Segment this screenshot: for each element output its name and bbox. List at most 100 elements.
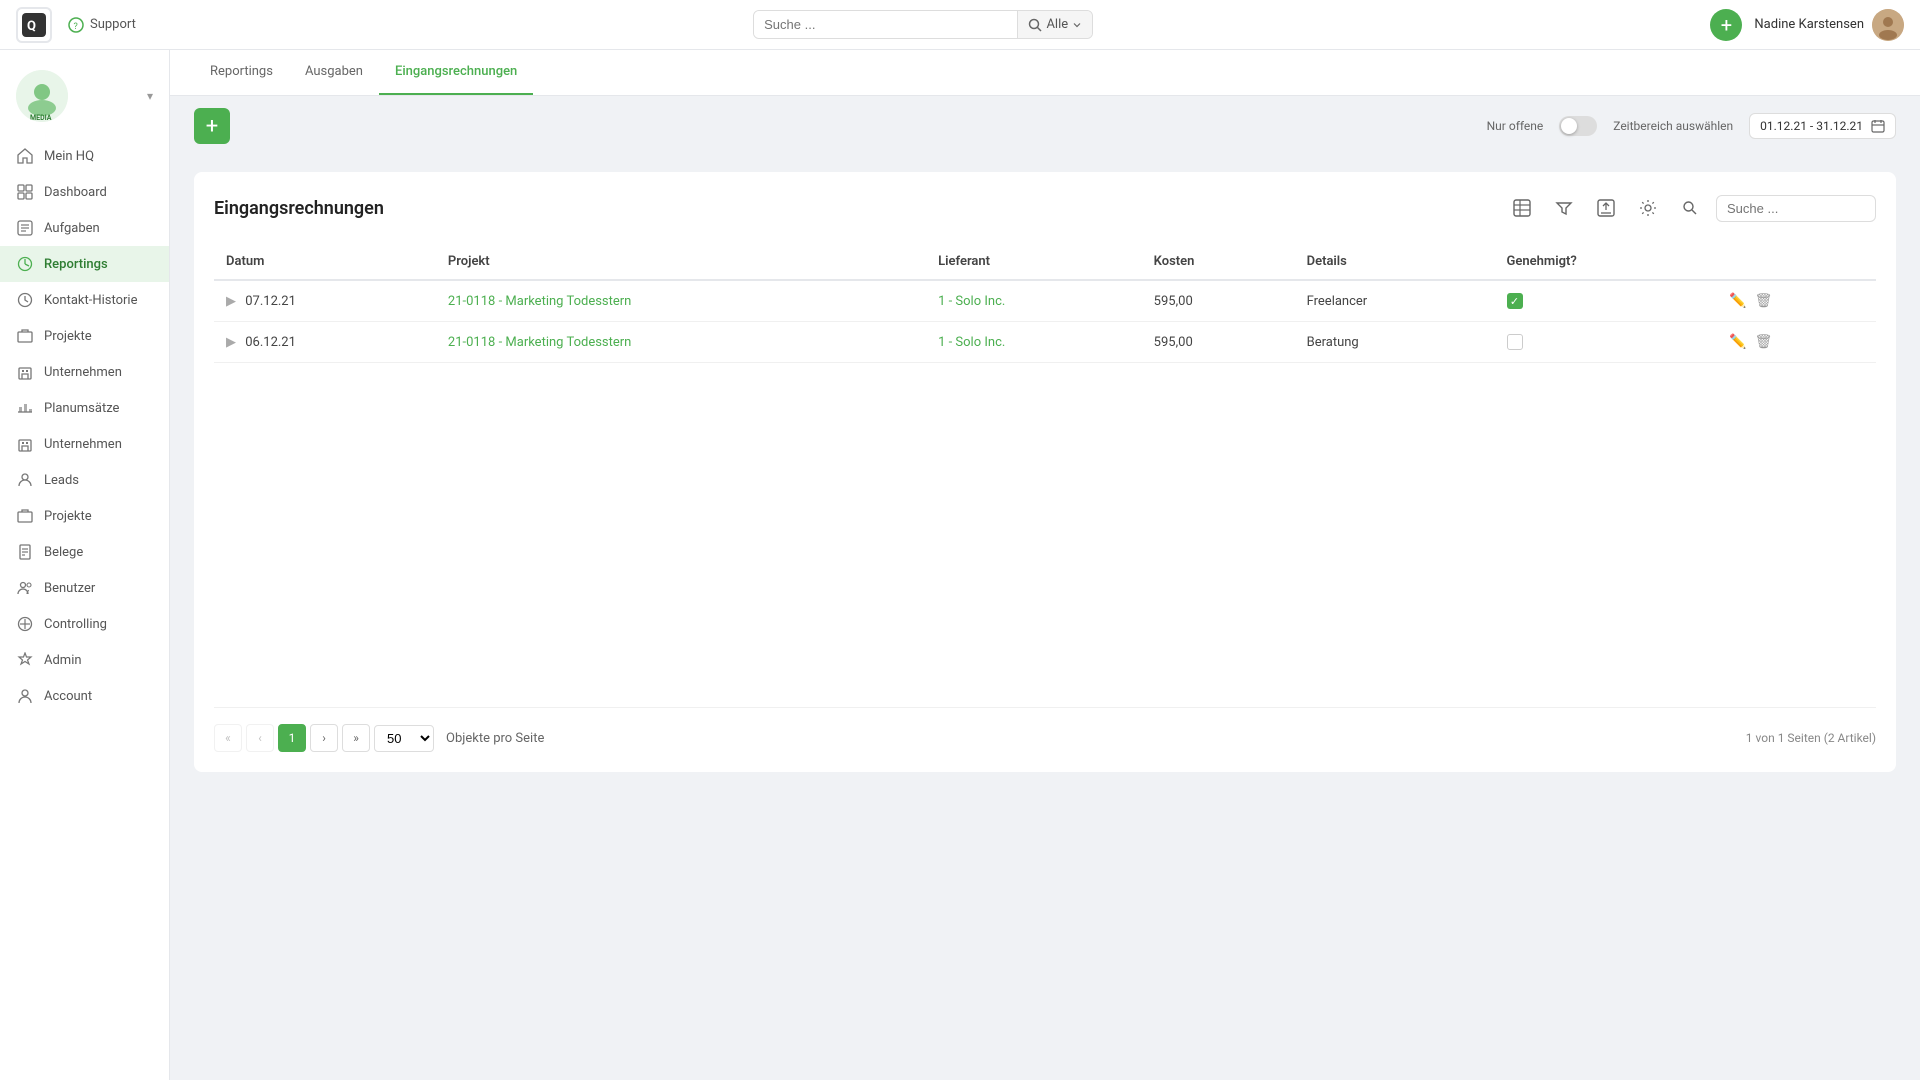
topbar-search-input[interactable]: [754, 11, 1017, 38]
sidebar-item-controlling[interactable]: Controlling: [0, 606, 169, 642]
sidebar-item-mein-hq[interactable]: Mein HQ: [0, 138, 169, 174]
edit-icon[interactable]: ✏️: [1729, 293, 1746, 309]
cell-actions: ✏️ 🗑: [1717, 280, 1876, 322]
sidebar-item-belege[interactable]: Belege: [0, 534, 169, 570]
card-header: Eingangsrechnungen: [214, 192, 1876, 224]
row-expand-btn[interactable]: ▶: [226, 335, 236, 350]
card-actions: [1506, 192, 1876, 224]
sidebar-item-leads[interactable]: Leads: [0, 462, 169, 498]
sidebar-logo-section: MEDIA GMBH ▾: [0, 62, 169, 138]
topbar-add-button[interactable]: +: [1710, 9, 1742, 41]
page-prev-button[interactable]: ‹: [246, 724, 274, 752]
history-icon: [16, 291, 34, 309]
row-expand-btn[interactable]: ▶: [226, 294, 236, 309]
sidebar-item-kontakt-historie[interactable]: Kontakt-Historie: [0, 282, 169, 318]
content-area: Eingangsrechnungen: [170, 156, 1920, 1080]
project-link[interactable]: 21-0118 - Marketing Todesstern: [448, 335, 631, 350]
eingangsrechnungen-card: Eingangsrechnungen: [194, 172, 1896, 772]
sidebar-item-benutzer[interactable]: Benutzer: [0, 570, 169, 606]
sidebar-collapse-arrow[interactable]: ▾: [147, 89, 153, 103]
per-page-label: Objekte pro Seite: [446, 731, 544, 746]
sidebar-item-planums-tze[interactable]: Planumsätze: [0, 390, 169, 426]
plan-icon: [16, 399, 34, 417]
col-kosten: Kosten: [1142, 244, 1295, 280]
settings-button[interactable]: [1632, 192, 1664, 224]
col-details: Details: [1295, 244, 1495, 280]
topbar-user[interactable]: Nadine Karstensen: [1754, 9, 1904, 41]
users-icon: [16, 579, 34, 597]
sidebar-item-unternehmen-2[interactable]: Unternehmen: [0, 426, 169, 462]
approved-checkbox-checked[interactable]: ✓: [1507, 293, 1523, 309]
controlling-icon: [16, 615, 34, 633]
delete-icon[interactable]: 🗑: [1755, 293, 1773, 309]
toolbar-left: +: [194, 108, 230, 144]
account-icon: [16, 687, 34, 705]
card-search-input[interactable]: [1716, 195, 1876, 222]
main: Reportings Ausgaben Eingangsrechnungen +…: [170, 50, 1920, 1080]
date-range-button[interactable]: 01.12.21 - 31.12.21: [1749, 113, 1896, 139]
sidebar-item-dashboard[interactable]: Dashboard: [0, 174, 169, 210]
tab-reportings[interactable]: Reportings: [194, 50, 289, 95]
export-button[interactable]: [1590, 192, 1622, 224]
eingangsrechnungen-table: Datum Projekt Lieferant Kosten Details G…: [214, 244, 1876, 363]
sidebar-item-reportings[interactable]: Reportings: [0, 246, 169, 282]
cell-actions: ✏️ 🗑: [1717, 322, 1876, 363]
edit-icon[interactable]: ✏️: [1729, 334, 1746, 350]
sidebar-item-unternehmen-1[interactable]: Unternehmen: [0, 354, 169, 390]
cell-lieferant: 1 - Solo Inc.: [926, 280, 1142, 322]
page-next-button[interactable]: ›: [310, 724, 338, 752]
page-1-button[interactable]: 1: [278, 724, 306, 752]
nur-offene-toggle[interactable]: [1559, 116, 1597, 136]
delete-icon[interactable]: 🗑: [1755, 334, 1773, 350]
pagination-summary: 1 von 1 Seiten (2 Artikel): [1746, 731, 1876, 745]
row-action-icons: ✏️ 🗑: [1729, 293, 1864, 309]
topbar-search-inner: Alle: [753, 10, 1093, 39]
sidebar-item-projekte-1[interactable]: Projekte: [0, 318, 169, 354]
row-action-icons: ✏️ 🗑: [1729, 334, 1864, 350]
search-toggle-button[interactable]: [1674, 192, 1706, 224]
home-icon: [16, 147, 34, 165]
sidebar-item-account[interactable]: Account: [0, 678, 169, 714]
table-view-button[interactable]: [1506, 192, 1538, 224]
sidebar-item-aufgaben[interactable]: Aufgaben: [0, 210, 169, 246]
col-datum: Datum: [214, 244, 436, 280]
toolbar-right: Nur offene Zeitbereich auswählen 01.12.2…: [1487, 113, 1896, 139]
sidebar: MEDIA GMBH ▾ Mein HQ Dashboard Aufgaben: [0, 50, 170, 1080]
svg-text:MEDIA: MEDIA: [30, 114, 52, 122]
page-last-button[interactable]: »: [342, 724, 370, 752]
topbar-logo[interactable]: Q: [16, 7, 52, 43]
topbar-search-btn[interactable]: Alle: [1017, 11, 1092, 38]
supplier-link[interactable]: 1 - Solo Inc.: [938, 335, 1005, 350]
page-first-button[interactable]: «: [214, 724, 242, 752]
add-record-button[interactable]: +: [194, 108, 230, 144]
supplier-link[interactable]: 1 - Solo Inc.: [938, 294, 1005, 309]
company-logo[interactable]: MEDIA GMBH: [16, 70, 68, 122]
sidebar-item-projekte-2[interactable]: Projekte: [0, 498, 169, 534]
leads-icon: [16, 471, 34, 489]
pagination: « ‹ 1 › » 50 25 100 Objekte pro Seite 1 …: [214, 707, 1876, 752]
filter-button[interactable]: [1548, 192, 1580, 224]
per-page-select[interactable]: 50 25 100: [374, 725, 434, 752]
topbar-support[interactable]: ? Support: [68, 17, 136, 33]
cell-kosten: 595,00: [1142, 322, 1295, 363]
topbar-search-container: Alle: [152, 10, 1695, 39]
tasks-icon: [16, 219, 34, 237]
approved-checkbox-unchecked[interactable]: [1507, 334, 1523, 350]
sidebar-item-admin[interactable]: Admin: [0, 642, 169, 678]
cell-datum: ▶ 06.12.21: [214, 322, 436, 363]
pagination-left: « ‹ 1 › » 50 25 100 Objekte pro Seite: [214, 724, 544, 752]
admin-icon: [16, 651, 34, 669]
table-header-row: Datum Projekt Lieferant Kosten Details G…: [214, 244, 1876, 280]
projects2-icon: [16, 507, 34, 525]
tab-eingangsrechnungen[interactable]: Eingangsrechnungen: [379, 50, 533, 95]
dashboard-icon: [16, 183, 34, 201]
cell-lieferant: 1 - Solo Inc.: [926, 322, 1142, 363]
content-toolbar: + Nur offene Zeitbereich auswählen 01.12…: [170, 96, 1920, 156]
topbar: Q ? Support Alle + Nadine Karstensen: [0, 0, 1920, 50]
svg-text:?: ?: [74, 22, 78, 32]
tab-ausgaben[interactable]: Ausgaben: [289, 50, 379, 95]
layout: MEDIA GMBH ▾ Mein HQ Dashboard Aufgaben: [0, 50, 1920, 1080]
col-projekt: Projekt: [436, 244, 926, 280]
card-title: Eingangsrechnungen: [214, 198, 384, 219]
project-link[interactable]: 21-0118 - Marketing Todesstern: [448, 294, 631, 309]
